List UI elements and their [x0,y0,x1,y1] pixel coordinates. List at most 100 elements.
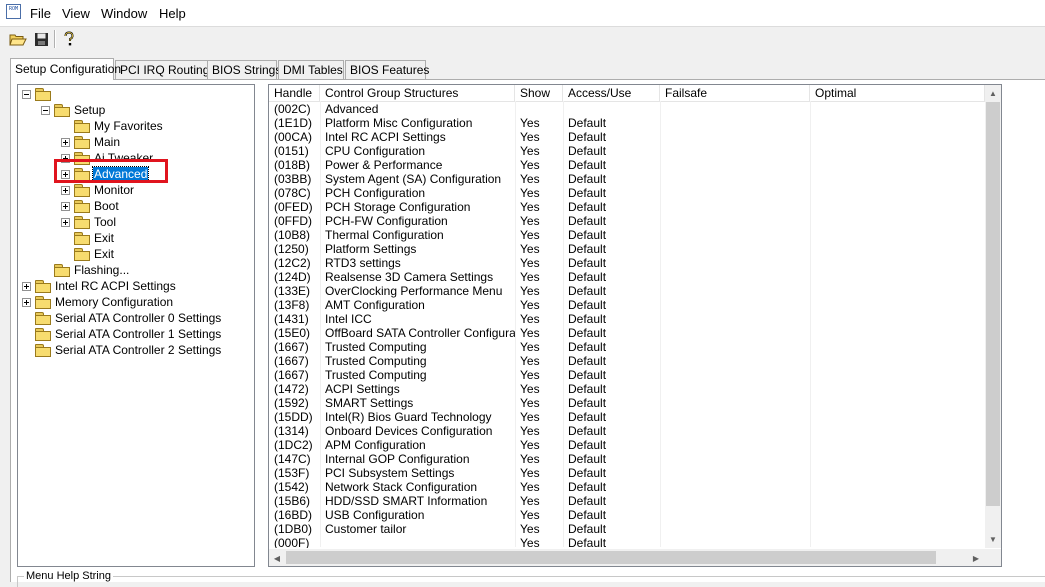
expand-plus-icon[interactable] [61,201,70,211]
table-row[interactable]: (0151) CPU Configuration Yes Default [269,144,985,158]
table-row[interactable]: (15B6) HDD/SSD SMART Information Yes Defaul… [269,494,985,508]
setup-tree-view[interactable]: Setup My Favorites Main Ai Tweaker Advanced M… [17,84,255,567]
table-row[interactable]: (0FFD) PCH-FW Configuration Yes Default [269,214,985,228]
table-row[interactable]: (002C) Advanced [269,102,985,116]
expand-plus-icon[interactable] [22,281,31,291]
table-row[interactable]: (1DB0) Customer tailor Yes Default [269,522,985,536]
col-show-cell: Yes [520,438,540,452]
tree-node[interactable]: Memory Configuration [22,294,174,310]
col-handle-cell: (124D) [274,270,311,284]
table-row[interactable]: (153F) PCI Subsystem Settings Yes Default [269,466,985,480]
folder-icon [54,103,70,117]
horizontal-scrollbar[interactable]: ◀ ▶ [269,549,985,566]
tree-node[interactable]: Serial ATA Controller 0 Settings [22,310,222,326]
table-row[interactable]: (1E1D) Platform Misc Configuration Yes Defa… [269,116,985,130]
tree-node[interactable]: Tool [61,214,117,230]
table-row[interactable]: (15E0) OffBoard SATA Controller Configura… [269,326,985,340]
table-row[interactable]: (10B8) Thermal Configuration Yes Default [269,228,985,242]
table-row[interactable]: (1542) Network Stack Configuration Yes Defa… [269,480,985,494]
table-row[interactable]: (1250) Platform Settings Yes Default [269,242,985,256]
table-row[interactable]: (1667) Trusted Computing Yes Default [269,340,985,354]
control-group-grid[interactable]: Handle Control Group Structures Show Access… [268,84,1002,567]
table-row[interactable]: (12C2) RTD3 settings Yes Default [269,256,985,270]
tree-node-label: Intel RC ACPI Settings [55,279,176,293]
col-access-header[interactable]: Access/Use [563,85,660,101]
table-row[interactable]: (1314) Onboard Devices Configuration Yes De… [269,424,985,438]
table-row[interactable]: (03BB) System Agent (SA) Configuration Yes… [269,172,985,186]
col-show-cell [515,102,563,116]
col-failsafe-cell [660,536,810,548]
tree-node[interactable]: Main [61,134,121,150]
folder-icon [74,119,90,133]
horizontal-scroll-thumb[interactable] [286,551,936,564]
tab-pci-irq-routing[interactable]: PCI IRQ Routing [115,60,209,79]
collapse-minus-icon[interactable] [22,89,31,99]
menu-window[interactable]: Window [101,6,147,22]
app-rom-icon[interactable]: ROM [6,4,21,19]
menu-help[interactable]: Help [159,6,186,22]
col-optimal-cell [810,102,985,116]
tree-node[interactable]: Monitor [61,182,135,198]
open-folder-icon[interactable] [8,29,28,49]
table-row[interactable]: (1431) Intel ICC Yes Default [269,312,985,326]
col-failsafe-cell [660,452,810,466]
col-failsafe-cell [660,144,810,158]
tab-bios-strings[interactable]: BIOS Strings [207,60,281,79]
tree-node[interactable]: Boot [61,198,120,214]
save-disk-icon[interactable] [31,29,51,49]
table-row[interactable]: (124D) Realsense 3D Camera Settings Yes Def… [269,270,985,284]
table-row[interactable]: (000F) Yes Default [269,536,985,548]
help-question-icon[interactable] [59,29,79,49]
tree-node[interactable]: Flashing... [41,262,130,278]
tree-node[interactable]: Setup [41,102,106,118]
tree-node[interactable]: Serial ATA Controller 2 Settings [22,342,222,358]
table-row[interactable]: (00CA) Intel RC ACPI Settings Yes Default [269,130,985,144]
table-row[interactable]: (133E) OverClocking Performance Menu Yes De… [269,284,985,298]
col-optimal-header[interactable]: Optimal [810,85,985,101]
col-access-cell: Default [568,368,607,382]
tree-node[interactable]: Exit [61,230,115,246]
col-show-cell: Yes [520,228,540,242]
col-show-header[interactable]: Show [515,85,563,101]
tree-node[interactable]: Exit [61,246,115,262]
col-show-cell: Yes [520,116,540,130]
menu-view[interactable]: View [62,6,90,22]
vertical-scrollbar[interactable]: ▲ ▼ [985,85,1001,548]
expand-plus-icon[interactable] [61,185,70,195]
table-row[interactable]: (147C) Internal GOP Configuration Yes Defau… [269,452,985,466]
menu-file[interactable]: File [30,6,51,22]
expand-plus-icon[interactable] [61,137,70,147]
vertical-scroll-thumb[interactable] [986,102,1000,506]
table-row[interactable]: (1592) SMART Settings Yes Default [269,396,985,410]
tree-node[interactable]: Intel RC ACPI Settings [22,278,177,294]
table-row[interactable]: (13F8) AMT Configuration Yes Default [269,298,985,312]
expand-plus-icon[interactable] [22,297,31,307]
col-access-cell: Default [568,228,607,242]
col-handle-cell: (1472) [274,382,309,396]
expand-plus-icon[interactable] [61,217,70,227]
tree-node[interactable]: Serial ATA Controller 1 Settings [22,326,222,342]
col-access-cell: Default [568,130,607,144]
tree-node[interactable]: My Favorites [61,118,164,134]
scroll-right-icon[interactable]: ▶ [968,550,984,566]
tab-dmi-tables[interactable]: DMI Tables [278,60,344,79]
table-row[interactable]: (1667) Trusted Computing Yes Default [269,368,985,382]
table-row[interactable]: (1667) Trusted Computing Yes Default [269,354,985,368]
collapse-minus-icon[interactable] [41,105,50,115]
col-failsafe-header[interactable]: Failsafe [660,85,810,101]
tab-setup-configuration[interactable]: Setup Configuration [10,58,121,80]
table-row[interactable]: (018B) Power & Performance Yes Default [269,158,985,172]
tab-bios-features[interactable]: BIOS Features [345,60,429,79]
table-row[interactable]: (0FED) PCH Storage Configuration Yes Defaul… [269,200,985,214]
table-row[interactable]: (15DD) Intel(R) Bios Guard Technology Yes D… [269,410,985,424]
table-row[interactable]: (1472) ACPI Settings Yes Default [269,382,985,396]
table-row[interactable]: (16BD) USB Configuration Yes Default [269,508,985,522]
scroll-up-icon[interactable]: ▲ [985,85,1001,101]
scroll-down-icon[interactable]: ▼ [985,531,1001,547]
scroll-left-icon[interactable]: ◀ [269,550,285,566]
table-row[interactable]: (078C) PCH Configuration Yes Default [269,186,985,200]
tree-node[interactable] [22,86,56,102]
table-row[interactable]: (1DC2) APM Configuration Yes Default [269,438,985,452]
col-structure-header[interactable]: Control Group Structures [320,85,515,101]
col-handle-header[interactable]: Handle [269,85,320,101]
